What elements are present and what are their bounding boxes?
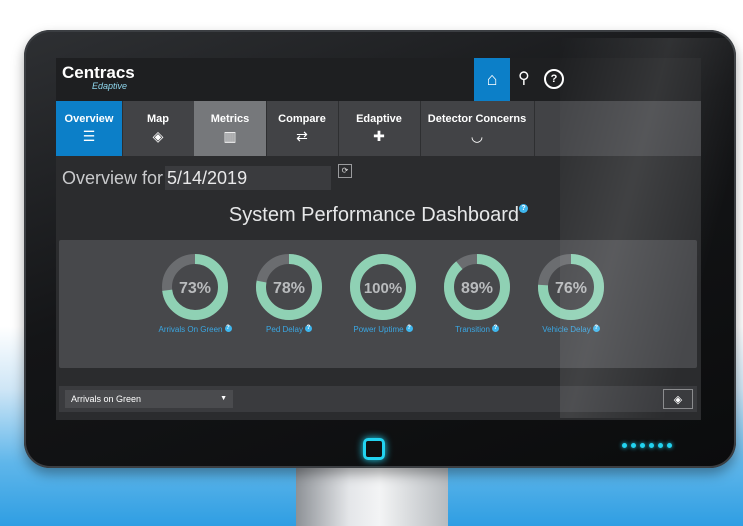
sitemap-icon[interactable]: ⚲ <box>518 70 530 88</box>
gauge-caption-text: Ped Delay <box>266 325 303 334</box>
home-button[interactable]: ⌂ <box>474 58 510 101</box>
caret-down-icon: ▼ <box>220 395 227 402</box>
donut-chart: 89% <box>444 254 510 320</box>
tab-metrics[interactable]: Metrics ▥ <box>194 101 267 156</box>
gauge-caption-text: Power Uptime <box>353 325 404 334</box>
tab-label: Metrics <box>210 113 250 125</box>
status-led <box>640 443 645 448</box>
tab-detector-concerns[interactable]: Detector Concerns ◡ <box>420 101 535 156</box>
donut-chart: 73% <box>162 254 228 320</box>
help-icon[interactable]: ? <box>304 325 312 332</box>
refresh-icon[interactable]: ⟳ <box>338 164 352 178</box>
donut-chart: 76% <box>538 254 604 320</box>
gauge-value: 89% <box>461 280 493 297</box>
help-icon[interactable]: ? <box>224 325 232 332</box>
status-led <box>631 443 636 448</box>
status-led <box>622 443 627 448</box>
main-nav: Overview ☰ Map ◈ Metrics ▥ Compare ⇄ Eda… <box>56 101 701 156</box>
map-pin-icon: ◈ <box>673 394 683 406</box>
tab-overview[interactable]: Overview ☰ <box>56 101 123 156</box>
tab-compare[interactable]: Compare ⇄ <box>266 101 339 156</box>
help-circle-icon[interactable]: ? <box>544 69 564 89</box>
gauge-caption[interactable]: Power Uptime? <box>333 325 433 334</box>
status-led <box>649 443 654 448</box>
gauge-caption[interactable]: Vehicle Delay? <box>521 325 621 334</box>
top-bar: Centracs Edaptive ⌂ ⚲ ? <box>56 58 701 101</box>
help-icon[interactable]: ? <box>491 325 499 332</box>
gauge-value: 73% <box>179 280 211 297</box>
app-screen: Centracs Edaptive ⌂ ⚲ ? Overview ☰ Map ◈… <box>56 58 701 420</box>
help-icon[interactable]: ? <box>519 204 529 213</box>
status-leds <box>622 443 672 448</box>
tab-label: Overview <box>64 113 114 125</box>
gauge-transition[interactable]: 89% Transition? <box>427 252 527 334</box>
metric-select[interactable]: Arrivals on Green ▼ <box>65 390 233 408</box>
dashboard-title-text: System Performance Dashboard <box>228 204 520 226</box>
monitor-stand <box>296 462 448 526</box>
brand-subtitle: Edaptive <box>92 81 128 91</box>
gauge-caption-text: Vehicle Delay <box>542 325 591 334</box>
tab-label: Edaptive <box>356 113 402 125</box>
gauge-ped-delay[interactable]: 78% Ped Delay? <box>239 252 339 334</box>
gauge-vehicle-delay[interactable]: 76% Vehicle Delay? <box>521 252 621 334</box>
gauge-caption[interactable]: Transition? <box>427 325 527 334</box>
gauge-panel: 73% Arrivals On Green? 78% Ped Delay? 10… <box>59 240 697 368</box>
gauge-caption-text: Transition <box>455 325 490 334</box>
map-view-button[interactable]: ◈ <box>663 389 693 409</box>
gauge-caption[interactable]: Ped Delay? <box>239 325 339 334</box>
gauge-caption-text: Arrivals On Green <box>158 325 223 334</box>
bottom-toolbar: Arrivals on Green ▼ ◈ <box>59 386 697 412</box>
tab-label: Map <box>147 113 169 125</box>
tab-edaptive[interactable]: Edaptive ✚ <box>338 101 421 156</box>
donut-chart: 100% <box>350 254 416 320</box>
list-icon: ☰ <box>82 128 96 144</box>
gauge-value: 78% <box>273 280 305 297</box>
plus-icon: ✚ <box>373 128 385 144</box>
dashboard-title: System Performance Dashboard? <box>56 204 701 227</box>
gauge-power-uptime[interactable]: 100% Power Uptime? <box>333 252 433 334</box>
status-led <box>658 443 663 448</box>
tab-label: Compare <box>278 113 326 125</box>
gauge-value: 100% <box>364 280 402 297</box>
detector-icon: ◡ <box>470 128 484 144</box>
brand-logo: Centracs <box>62 63 135 82</box>
help-icon[interactable]: ? <box>592 325 600 332</box>
power-button[interactable] <box>363 438 385 460</box>
metric-select-value: Arrivals on Green <box>71 394 142 404</box>
bar-chart-icon: ▥ <box>223 128 237 144</box>
overview-label: Overview for <box>62 168 164 188</box>
tab-label: Detector Concerns <box>427 113 527 125</box>
donut-chart: 78% <box>256 254 322 320</box>
gauge-arrivals-on-green[interactable]: 73% Arrivals On Green? <box>145 252 245 334</box>
gauge-value: 76% <box>555 280 587 297</box>
home-icon: ⌂ <box>486 69 498 89</box>
compare-arrows-icon: ⇄ <box>296 128 308 144</box>
help-icon[interactable]: ? <box>405 325 413 332</box>
tab-map[interactable]: Map ◈ <box>122 101 195 156</box>
map-pin-icon: ◈ <box>152 128 164 144</box>
date-field[interactable]: 5/14/2019 <box>165 166 331 190</box>
status-led <box>667 443 672 448</box>
gauge-caption[interactable]: Arrivals On Green? <box>145 325 245 334</box>
